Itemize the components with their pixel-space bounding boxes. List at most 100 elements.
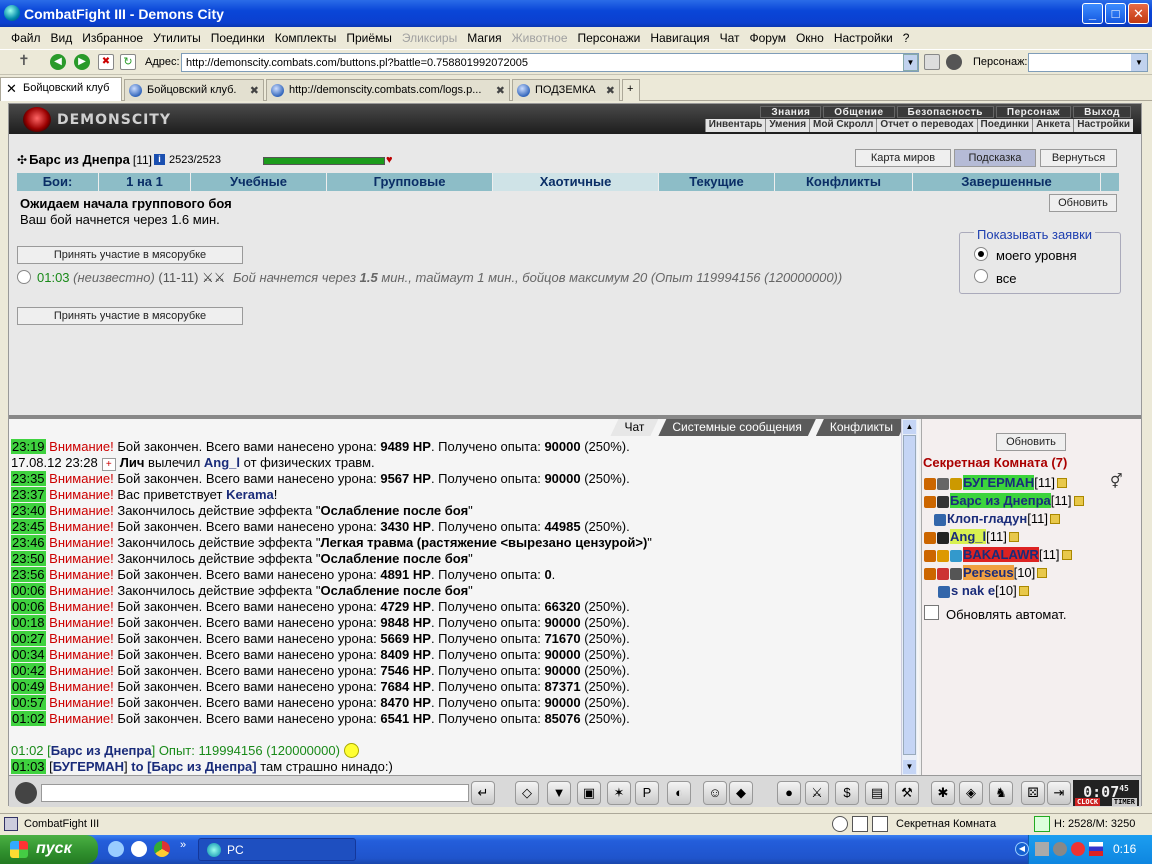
pin-icon[interactable]: ✝	[18, 52, 34, 68]
member-name[interactable]: Барс из Днепра	[950, 493, 1051, 508]
menu-item[interactable]: Персонажи	[573, 31, 646, 45]
eraser-icon[interactable]: ◇	[515, 781, 539, 805]
network-icon[interactable]	[1035, 842, 1049, 856]
world-map-button[interactable]: Карта миров	[855, 149, 951, 167]
close-icon[interactable]: ✖	[606, 84, 615, 97]
info-icon[interactable]	[1049, 514, 1060, 524]
member-name[interactable]: Perseus	[963, 565, 1014, 580]
scroll-up-icon[interactable]: ▲	[903, 420, 916, 434]
scroll-down-icon[interactable]: ▼	[903, 760, 916, 774]
member-name[interactable]: s nak e	[951, 583, 995, 598]
gem-icon[interactable]: ◈	[959, 781, 983, 805]
room-member[interactable]: s nak e[10]	[938, 583, 1029, 598]
auto-refresh-checkbox[interactable]	[924, 605, 939, 620]
room-member[interactable]: БУГЕРМАН[11]	[924, 475, 1067, 490]
exit-icon[interactable]: ⇥	[1047, 781, 1071, 805]
nick-name[interactable]: Барс из Днепра	[51, 743, 152, 758]
refresh-icon[interactable]: ↻	[120, 54, 136, 70]
nav-item[interactable]: Безопасность	[896, 106, 994, 118]
maximize-button[interactable]: □	[1105, 3, 1126, 24]
back-button[interactable]: Вернуться	[1040, 149, 1117, 167]
menu-item[interactable]: Магия	[462, 31, 506, 45]
fight-tab[interactable]: Групповые	[327, 173, 493, 191]
filter-icon[interactable]: ▼	[547, 781, 571, 805]
menu-item[interactable]: Приёмы	[341, 31, 397, 45]
tray-expand-icon[interactable]: ◀	[1015, 842, 1029, 856]
nav-item[interactable]: Персонаж	[995, 106, 1072, 118]
chat-tab[interactable]: Конфликты	[816, 419, 907, 436]
address-input[interactable]	[181, 53, 919, 72]
subnav-item[interactable]: Анкета	[1032, 119, 1073, 132]
expand-icon[interactable]: »	[180, 839, 186, 851]
chat-input[interactable]	[41, 784, 469, 802]
nick-name[interactable]: БУГЕРМАН	[53, 759, 124, 774]
scroll-thumb[interactable]	[903, 435, 916, 755]
member-name[interactable]: Клоп-гладун	[947, 511, 1027, 526]
room-refresh-button[interactable]: Обновить	[996, 433, 1066, 451]
menu-item[interactable]: Эликсиры	[397, 31, 462, 45]
smiley-icon[interactable]: ☺	[703, 781, 727, 805]
hint-button[interactable]: Подсказка	[954, 149, 1036, 167]
smiley-menu-icon[interactable]	[15, 782, 37, 804]
private-to[interactable]: to [Барс из Днепра]	[131, 759, 256, 774]
chevron-down-icon[interactable]: ▼	[903, 54, 918, 71]
menu-item[interactable]: Утилиты	[148, 31, 206, 45]
subnav-item[interactable]: Настройки	[1073, 119, 1133, 132]
target-name[interactable]: Ang_l	[204, 455, 240, 470]
subnav-item[interactable]: Отчет о переводах	[876, 119, 976, 132]
member-name[interactable]: BAKALAWR	[963, 547, 1039, 562]
info-icon[interactable]	[1008, 532, 1019, 542]
close-icon[interactable]: ✖	[496, 84, 505, 97]
nav-item[interactable]: Выход	[1073, 106, 1131, 118]
menu-item[interactable]: Форум	[745, 31, 791, 45]
persona-select[interactable]: ▼	[1028, 53, 1148, 72]
chest-icon[interactable]: ▤	[865, 781, 889, 805]
shield-icon[interactable]: ◐	[667, 781, 691, 805]
menu-item[interactable]: Избранное	[77, 31, 148, 45]
chat-tab[interactable]: Чат	[610, 419, 658, 436]
menu-item[interactable]: Поединки	[206, 31, 270, 45]
fight-tab[interactable]: Конфликты	[775, 173, 913, 191]
go-icon[interactable]	[924, 54, 940, 70]
save-icon[interactable]: ▣	[577, 781, 601, 805]
info-icon[interactable]	[1018, 586, 1029, 596]
send-icon[interactable]: ↵	[471, 781, 495, 805]
menu-item[interactable]: Комплекты	[270, 31, 342, 45]
forward-icon[interactable]: ▶	[74, 54, 90, 70]
room-member[interactable]: Ang_l[11]	[924, 529, 1019, 544]
ie-icon[interactable]	[108, 841, 124, 857]
sword-icon[interactable]: ⚔	[805, 781, 829, 805]
member-name[interactable]: БУГЕРМАН	[963, 475, 1035, 490]
back-icon[interactable]: ◀	[50, 54, 66, 70]
info-icon[interactable]	[1073, 496, 1084, 506]
pet-icon[interactable]: ♞	[989, 781, 1013, 805]
room-member[interactable]: Клоп-гладун[11]	[934, 511, 1060, 526]
globe-icon[interactable]	[131, 841, 147, 857]
info-icon[interactable]	[1056, 478, 1067, 488]
room-member[interactable]: Perseus[10]	[924, 565, 1048, 580]
fight-tab[interactable]: Текущие	[659, 173, 775, 191]
users-icon[interactable]	[946, 54, 962, 70]
menu-item[interactable]: Животное	[507, 31, 573, 45]
tab-fight-club-2[interactable]: Бойцовский клуб. ✖	[124, 79, 264, 101]
item-icon[interactable]: ⚒	[895, 781, 919, 805]
gold-icon[interactable]: $	[835, 781, 859, 805]
menu-item[interactable]: Чат	[715, 31, 745, 45]
menu-item[interactable]: Файл	[6, 31, 46, 45]
new-tab-button[interactable]: +	[622, 79, 640, 101]
language-icon[interactable]	[1089, 842, 1103, 856]
start-button[interactable]: пуск	[0, 835, 98, 864]
info-icon[interactable]: i	[153, 154, 165, 165]
menu-item[interactable]: Вид	[46, 31, 78, 45]
member-name[interactable]: Ang_l	[950, 529, 987, 544]
dice-icon[interactable]: ⚄	[1021, 781, 1045, 805]
info-icon[interactable]	[1037, 568, 1048, 578]
info-icon[interactable]	[1061, 550, 1072, 560]
chat-scrollbar[interactable]: ▲ ▼	[901, 419, 917, 775]
nav-item[interactable]: Общение	[823, 106, 895, 118]
join-button-bottom[interactable]: Принять участие в мясорубке	[17, 307, 243, 325]
menu-item[interactable]: Навигация	[645, 31, 714, 45]
actor-name[interactable]: Лич	[120, 455, 145, 470]
chrome-icon[interactable]	[154, 841, 170, 857]
subnav-item[interactable]: Умения	[765, 119, 809, 132]
